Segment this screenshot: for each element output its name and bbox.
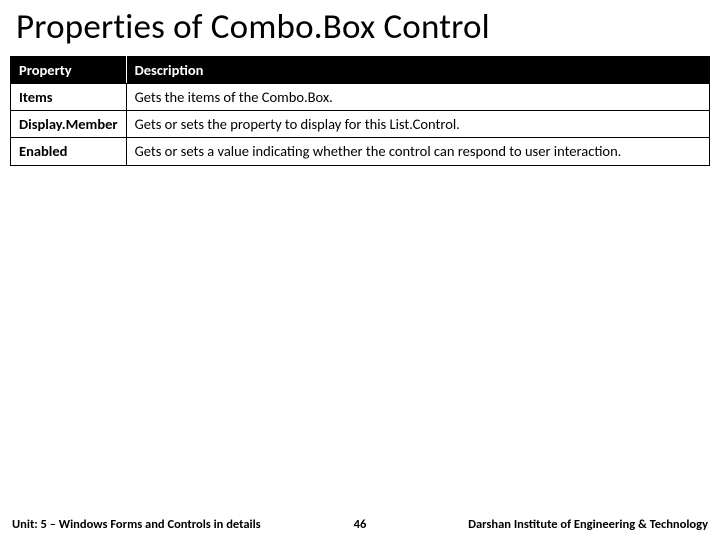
cell-property: Items [11, 84, 127, 111]
footer-unit: Unit: 5 – Windows Forms and Controls in … [12, 517, 330, 532]
col-header-property: Property [11, 57, 127, 84]
page-title: Properties of Combo.Box Control [0, 0, 720, 54]
table-row: Items Gets the items of the Combo.Box. [11, 84, 710, 111]
footer-institution: Darshan Institute of Engineering & Techn… [390, 517, 708, 532]
cell-property: Enabled [11, 138, 127, 165]
table-row: Enabled Gets or sets a value indicating … [11, 138, 710, 165]
table-header-row: Property Description [11, 57, 710, 84]
cell-description: Gets the items of the Combo.Box. [126, 84, 709, 111]
cell-description: Gets or sets the property to display for… [126, 111, 709, 138]
footer-page-number: 46 [330, 517, 390, 532]
cell-property: Display.Member [11, 111, 127, 138]
col-header-description: Description [126, 57, 709, 84]
footer: Unit: 5 – Windows Forms and Controls in … [0, 517, 720, 532]
slide: Properties of Combo.Box Control Property… [0, 0, 720, 540]
cell-description: Gets or sets a value indicating whether … [126, 138, 709, 165]
properties-table: Property Description Items Gets the item… [10, 56, 710, 166]
table-row: Display.Member Gets or sets the property… [11, 111, 710, 138]
